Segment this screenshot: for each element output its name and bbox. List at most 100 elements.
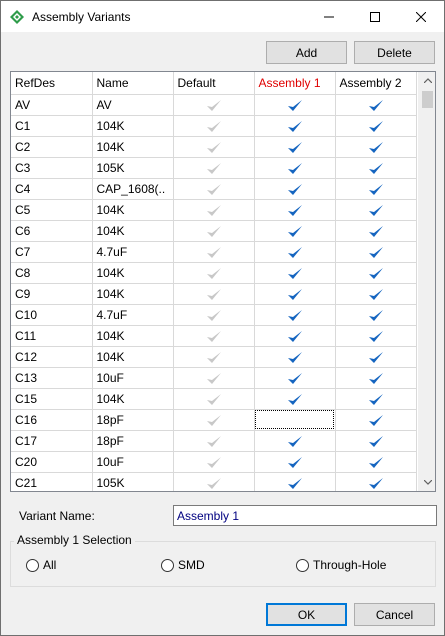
cancel-button[interactable]: Cancel [354, 603, 435, 626]
cell-refdes[interactable]: AV [11, 94, 93, 116]
cell-assembly-1-check[interactable] [254, 136, 336, 158]
cell-refdes[interactable]: C9 [11, 283, 93, 305]
cell-name[interactable]: 104K [92, 325, 174, 347]
cell-assembly-2-check[interactable] [335, 472, 417, 491]
table-row[interactable]: C13 10uF [11, 367, 417, 389]
cell-name[interactable]: 4.7uF [92, 241, 174, 263]
cell-default-check[interactable] [173, 178, 255, 200]
table-row[interactable]: C12 104K [11, 346, 417, 368]
cell-default-check[interactable] [173, 451, 255, 473]
cell-default-check[interactable] [173, 367, 255, 389]
cell-default-check[interactable] [173, 241, 255, 263]
cell-default-check[interactable] [173, 409, 255, 431]
cell-name[interactable]: AV [92, 94, 174, 116]
table-row[interactable]: C15 104K [11, 388, 417, 410]
cell-default-check[interactable] [173, 346, 255, 368]
cell-default-check[interactable] [173, 262, 255, 284]
cell-default-check[interactable] [173, 304, 255, 326]
cell-name[interactable]: 18pF [92, 430, 174, 452]
radio-through-hole-circle[interactable] [296, 558, 309, 572]
cell-refdes[interactable]: C1 [11, 115, 93, 137]
cell-assembly-2-check[interactable] [335, 262, 417, 284]
cell-assembly-1-check[interactable] [254, 472, 336, 491]
cell-refdes[interactable]: C4 [11, 178, 93, 200]
cell-refdes[interactable]: C21 [11, 472, 93, 491]
maximize-button[interactable] [352, 1, 398, 32]
cell-assembly-1-check[interactable] [254, 388, 336, 410]
scroll-thumb[interactable] [422, 91, 433, 108]
cell-refdes[interactable]: C17 [11, 430, 93, 452]
cell-assembly-2-check[interactable] [335, 346, 417, 368]
cell-default-check[interactable] [173, 388, 255, 410]
cell-default-check[interactable] [173, 94, 255, 116]
cell-assembly-1-check[interactable] [254, 241, 336, 263]
cell-assembly-2-check[interactable] [335, 199, 417, 221]
cell-assembly-1-check[interactable] [254, 199, 336, 221]
vertical-scrollbar[interactable] [418, 72, 435, 491]
table-row[interactable]: C6 104K [11, 220, 417, 242]
cell-assembly-1-check[interactable] [254, 283, 336, 305]
cell-assembly-2-check[interactable] [335, 325, 417, 347]
cell-refdes[interactable]: C6 [11, 220, 93, 242]
cell-assembly-2-check[interactable] [335, 178, 417, 200]
add-button[interactable]: Add [266, 41, 347, 64]
cell-assembly-1-check[interactable] [254, 409, 336, 431]
table-row[interactable]: C4 CAP_1608(.. [11, 178, 417, 200]
cell-name[interactable]: 10uF [92, 367, 174, 389]
variant-name-input[interactable] [173, 505, 437, 526]
variants-grid[interactable]: RefDes Name Default Assembly 1 Assembly … [10, 71, 436, 492]
cell-refdes[interactable]: C15 [11, 388, 93, 410]
cell-name[interactable]: 105K [92, 472, 174, 491]
cell-assembly-1-check[interactable] [254, 220, 336, 242]
cell-assembly-2-check[interactable] [335, 157, 417, 179]
scroll-up-button[interactable] [419, 72, 435, 89]
cell-name[interactable]: CAP_1608(.. [92, 178, 174, 200]
cell-name[interactable]: 104K [92, 115, 174, 137]
table-row[interactable]: AV AV [11, 94, 417, 116]
cell-name[interactable]: 104K [92, 346, 174, 368]
cell-refdes[interactable]: C11 [11, 325, 93, 347]
cell-assembly-2-check[interactable] [335, 115, 417, 137]
cell-name[interactable]: 104K [92, 136, 174, 158]
table-row[interactable]: C16 18pF [11, 409, 417, 431]
cell-assembly-2-check[interactable] [335, 451, 417, 473]
cell-default-check[interactable] [173, 283, 255, 305]
cell-assembly-1-check[interactable] [254, 178, 336, 200]
cell-default-check[interactable] [173, 115, 255, 137]
cell-refdes[interactable]: C8 [11, 262, 93, 284]
cell-assembly-2-check[interactable] [335, 367, 417, 389]
cell-name[interactable]: 104K [92, 199, 174, 221]
cell-assembly-1-check[interactable] [254, 367, 336, 389]
column-header-assembly-1[interactable]: Assembly 1 [254, 72, 336, 95]
cell-refdes[interactable]: C5 [11, 199, 93, 221]
table-row[interactable]: C7 4.7uF [11, 241, 417, 263]
cell-name[interactable]: 4.7uF [92, 304, 174, 326]
table-row[interactable]: C2 104K [11, 136, 417, 158]
cell-assembly-1-check[interactable] [254, 430, 336, 452]
cell-assembly-2-check[interactable] [335, 94, 417, 116]
ok-button[interactable]: OK [266, 603, 347, 626]
cell-assembly-2-check[interactable] [335, 241, 417, 263]
cell-name[interactable]: 104K [92, 262, 174, 284]
cell-default-check[interactable] [173, 157, 255, 179]
column-header-name[interactable]: Name [92, 72, 174, 95]
scroll-down-button[interactable] [419, 474, 435, 491]
table-row[interactable]: C17 18pF [11, 430, 417, 452]
cell-assembly-1-check[interactable] [254, 94, 336, 116]
table-row[interactable]: C8 104K [11, 262, 417, 284]
cell-refdes[interactable]: C3 [11, 157, 93, 179]
cell-refdes[interactable]: C2 [11, 136, 93, 158]
cell-assembly-1-check[interactable] [254, 304, 336, 326]
minimize-button[interactable] [306, 1, 352, 32]
close-button[interactable] [398, 1, 444, 32]
cell-refdes[interactable]: C20 [11, 451, 93, 473]
table-row[interactable]: C20 10uF [11, 451, 417, 473]
cell-refdes[interactable]: C12 [11, 346, 93, 368]
cell-assembly-1-check[interactable] [254, 325, 336, 347]
cell-default-check[interactable] [173, 199, 255, 221]
table-row[interactable]: C9 104K [11, 283, 417, 305]
cell-default-check[interactable] [173, 220, 255, 242]
cell-assembly-1-check[interactable] [254, 451, 336, 473]
cell-assembly-2-check[interactable] [335, 220, 417, 242]
cell-assembly-2-check[interactable] [335, 430, 417, 452]
